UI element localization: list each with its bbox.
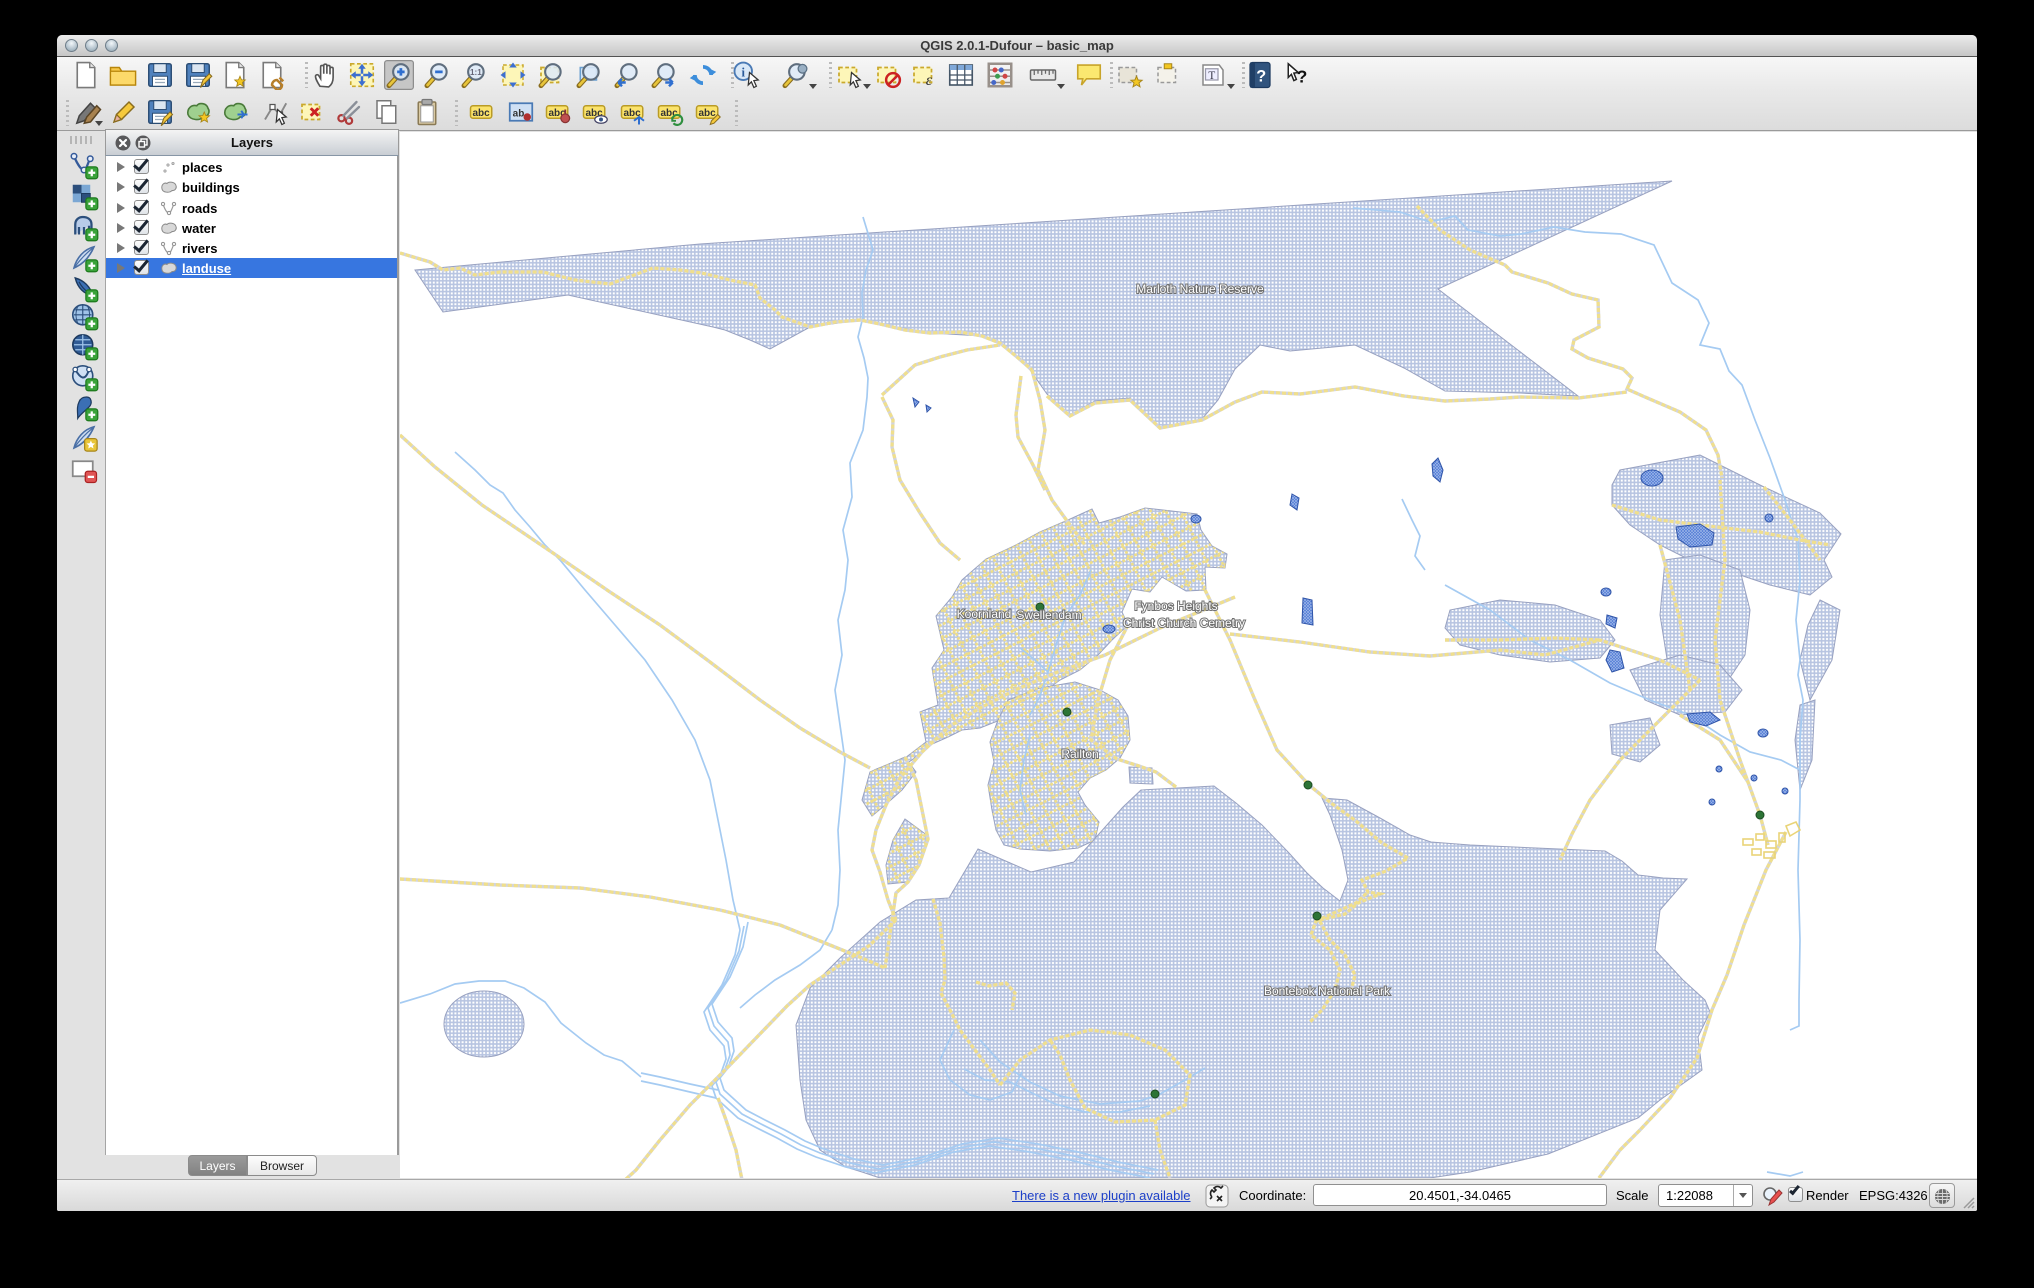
svg-text:abc: abc bbox=[473, 108, 491, 119]
svg-text:?: ? bbox=[1297, 67, 1308, 87]
svg-text:i: i bbox=[742, 65, 746, 79]
svg-text:Fynbos Heights: Fynbos Heights bbox=[1134, 599, 1217, 613]
svg-text:T: T bbox=[1208, 70, 1215, 82]
svg-text:1:1: 1:1 bbox=[470, 68, 482, 77]
svg-text:Christ Church Cemetry: Christ Church Cemetry bbox=[1123, 616, 1245, 630]
svg-text:Swellendam: Swellendam bbox=[1016, 608, 1081, 622]
svg-text:Marloth Nature Reserve: Marloth Nature Reserve bbox=[1136, 282, 1264, 296]
svg-text:ab: ab bbox=[513, 108, 525, 119]
svg-text:abc: abc bbox=[699, 108, 717, 119]
svg-text:?: ? bbox=[1256, 67, 1266, 85]
svg-text:Railton: Railton bbox=[1061, 747, 1098, 761]
svg-text:Koornland: Koornland bbox=[957, 607, 1012, 621]
svg-text:abc: abc bbox=[661, 108, 679, 119]
svg-text:Bontebok National Park: Bontebok National Park bbox=[1264, 984, 1391, 998]
svg-text:ε: ε bbox=[926, 71, 933, 89]
